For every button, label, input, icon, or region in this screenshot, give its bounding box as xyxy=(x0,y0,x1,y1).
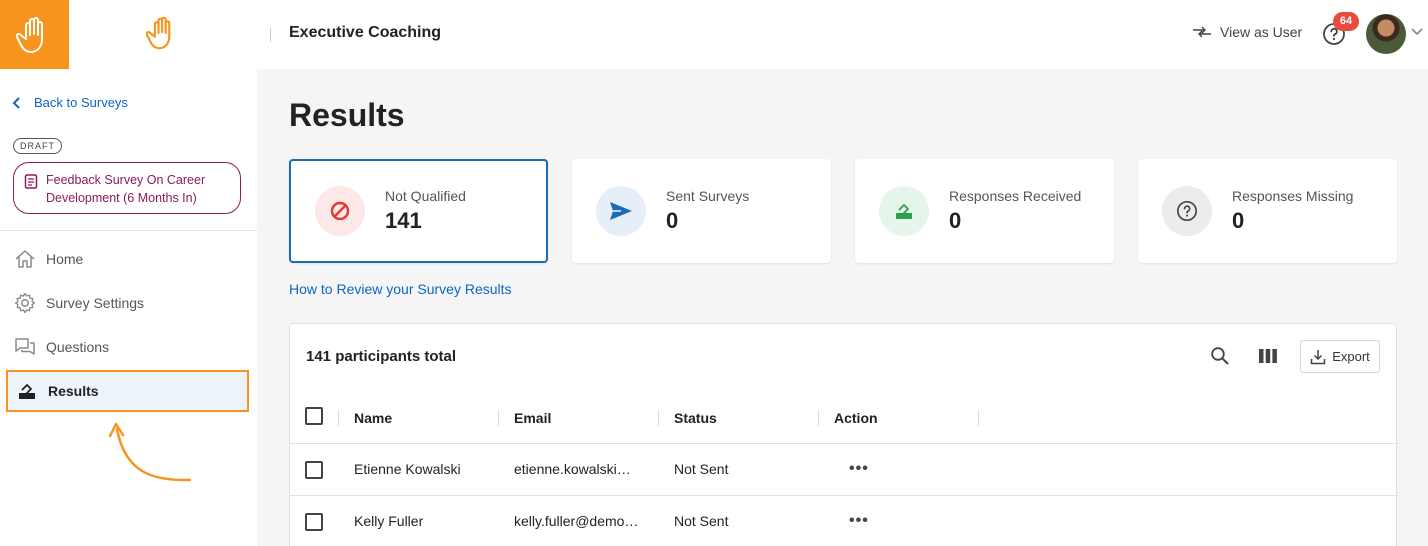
avatar[interactable] xyxy=(1366,14,1406,54)
chevron-left-icon xyxy=(12,96,20,109)
column-divider xyxy=(978,410,979,426)
column-header-action[interactable]: Action xyxy=(834,410,878,426)
survey-name-chip[interactable]: Feedback Survey On Career Development (6… xyxy=(13,162,241,214)
sidebar-divider xyxy=(0,230,257,231)
hand-icon xyxy=(146,16,171,50)
hand-logo-icon xyxy=(15,16,43,53)
card-label: Sent Surveys xyxy=(666,188,750,204)
card-sent-surveys[interactable]: Sent Surveys 0 xyxy=(572,159,831,263)
survey-name: Feedback Survey On Career Development (6… xyxy=(46,173,206,205)
clipboard-icon xyxy=(24,174,38,189)
swap-icon xyxy=(1193,26,1211,38)
column-header-email[interactable]: Email xyxy=(514,410,551,426)
app-title: Executive Coaching xyxy=(289,24,442,41)
gear-icon xyxy=(14,292,36,314)
annotation-arrow xyxy=(108,422,192,482)
top-bar: Executive Coaching View as User 64 xyxy=(0,0,1428,69)
download-icon xyxy=(1310,349,1326,364)
page-title: Results xyxy=(289,97,405,133)
column-divider xyxy=(818,410,819,426)
back-label: Back to Surveys xyxy=(34,95,128,110)
column-divider xyxy=(658,410,659,426)
participants-total: 141 participants total xyxy=(306,348,457,365)
sidebar: Back to Surveys DRAFT Feedback Survey On… xyxy=(0,69,257,546)
column-header-name[interactable]: Name xyxy=(354,410,392,426)
sidebar-item-label: Questions xyxy=(46,339,110,355)
participants-table-panel: 141 participants total Export Name Email… xyxy=(289,323,1398,546)
select-all-checkbox[interactable] xyxy=(305,407,323,425)
sidebar-item-results[interactable]: Results xyxy=(6,370,249,412)
participant-name: Etienne Kowalski xyxy=(354,461,461,477)
notification-badge: 64 xyxy=(1333,12,1359,31)
sidebar-item-questions[interactable]: Questions xyxy=(0,327,257,367)
home-icon xyxy=(15,250,35,268)
column-header-status[interactable]: Status xyxy=(674,410,717,426)
card-value: 0 xyxy=(1232,208,1245,233)
column-divider xyxy=(338,410,339,426)
participant-name: Kelly Fuller xyxy=(354,513,424,529)
more-actions-icon[interactable]: ••• xyxy=(849,512,869,530)
chevron-down-icon[interactable] xyxy=(1410,26,1424,36)
logo[interactable] xyxy=(0,0,69,69)
export-button[interactable]: Export xyxy=(1300,340,1380,373)
review-results-link[interactable]: How to Review your Survey Results xyxy=(289,281,512,297)
sidebar-item-survey-settings[interactable]: Survey Settings xyxy=(0,283,257,323)
table-header: Name Email Status Action xyxy=(290,394,1398,444)
sidebar-item-label: Results xyxy=(48,383,99,399)
more-actions-icon[interactable]: ••• xyxy=(849,460,869,478)
card-value: 0 xyxy=(666,208,679,233)
export-label: Export xyxy=(1332,349,1370,364)
card-responses-missing[interactable]: Responses Missing 0 xyxy=(1138,159,1397,263)
columns-icon[interactable] xyxy=(1256,344,1280,368)
table-row[interactable]: Kelly Fuller kelly.fuller@demo… Not Sent… xyxy=(290,496,1398,546)
card-label: Responses Missing xyxy=(1232,188,1354,204)
search-icon[interactable] xyxy=(1208,344,1232,368)
participant-status: Not Sent xyxy=(674,513,729,529)
card-value: 0 xyxy=(949,208,962,233)
draft-badge: DRAFT xyxy=(13,138,62,154)
sidebar-item-home[interactable]: Home xyxy=(0,239,257,279)
card-responses-received[interactable]: Responses Received 0 xyxy=(855,159,1114,263)
main-content: Results Not Qualified 141 Sent Surveys 0 xyxy=(257,69,1428,546)
card-label: Responses Received xyxy=(949,188,1082,204)
sidebar-item-label: Home xyxy=(46,251,84,267)
participant-email: etienne.kowalski… xyxy=(514,461,631,477)
view-as-user-button[interactable]: View as User xyxy=(1192,24,1302,40)
card-label: Not Qualified xyxy=(385,188,466,204)
row-checkbox[interactable] xyxy=(305,513,323,531)
header-divider xyxy=(270,28,271,42)
block-icon xyxy=(315,186,365,236)
card-value: 141 xyxy=(385,208,422,233)
results-icon xyxy=(19,384,35,399)
question-icon xyxy=(1162,186,1212,236)
row-checkbox[interactable] xyxy=(305,461,323,479)
participant-email: kelly.fuller@demo… xyxy=(514,513,639,529)
table-row[interactable]: Etienne Kowalski etienne.kowalski… Not S… xyxy=(290,444,1398,496)
card-not-qualified[interactable]: Not Qualified 141 xyxy=(289,159,548,263)
chat-icon xyxy=(15,338,35,355)
sidebar-item-label: Survey Settings xyxy=(46,295,145,311)
back-to-surveys-link[interactable]: Back to Surveys xyxy=(12,95,128,110)
view-as-user-label: View as User xyxy=(1220,24,1303,40)
column-divider xyxy=(498,410,499,426)
ballot-box-icon xyxy=(879,186,929,236)
participant-status: Not Sent xyxy=(674,461,729,477)
send-icon xyxy=(596,186,646,236)
